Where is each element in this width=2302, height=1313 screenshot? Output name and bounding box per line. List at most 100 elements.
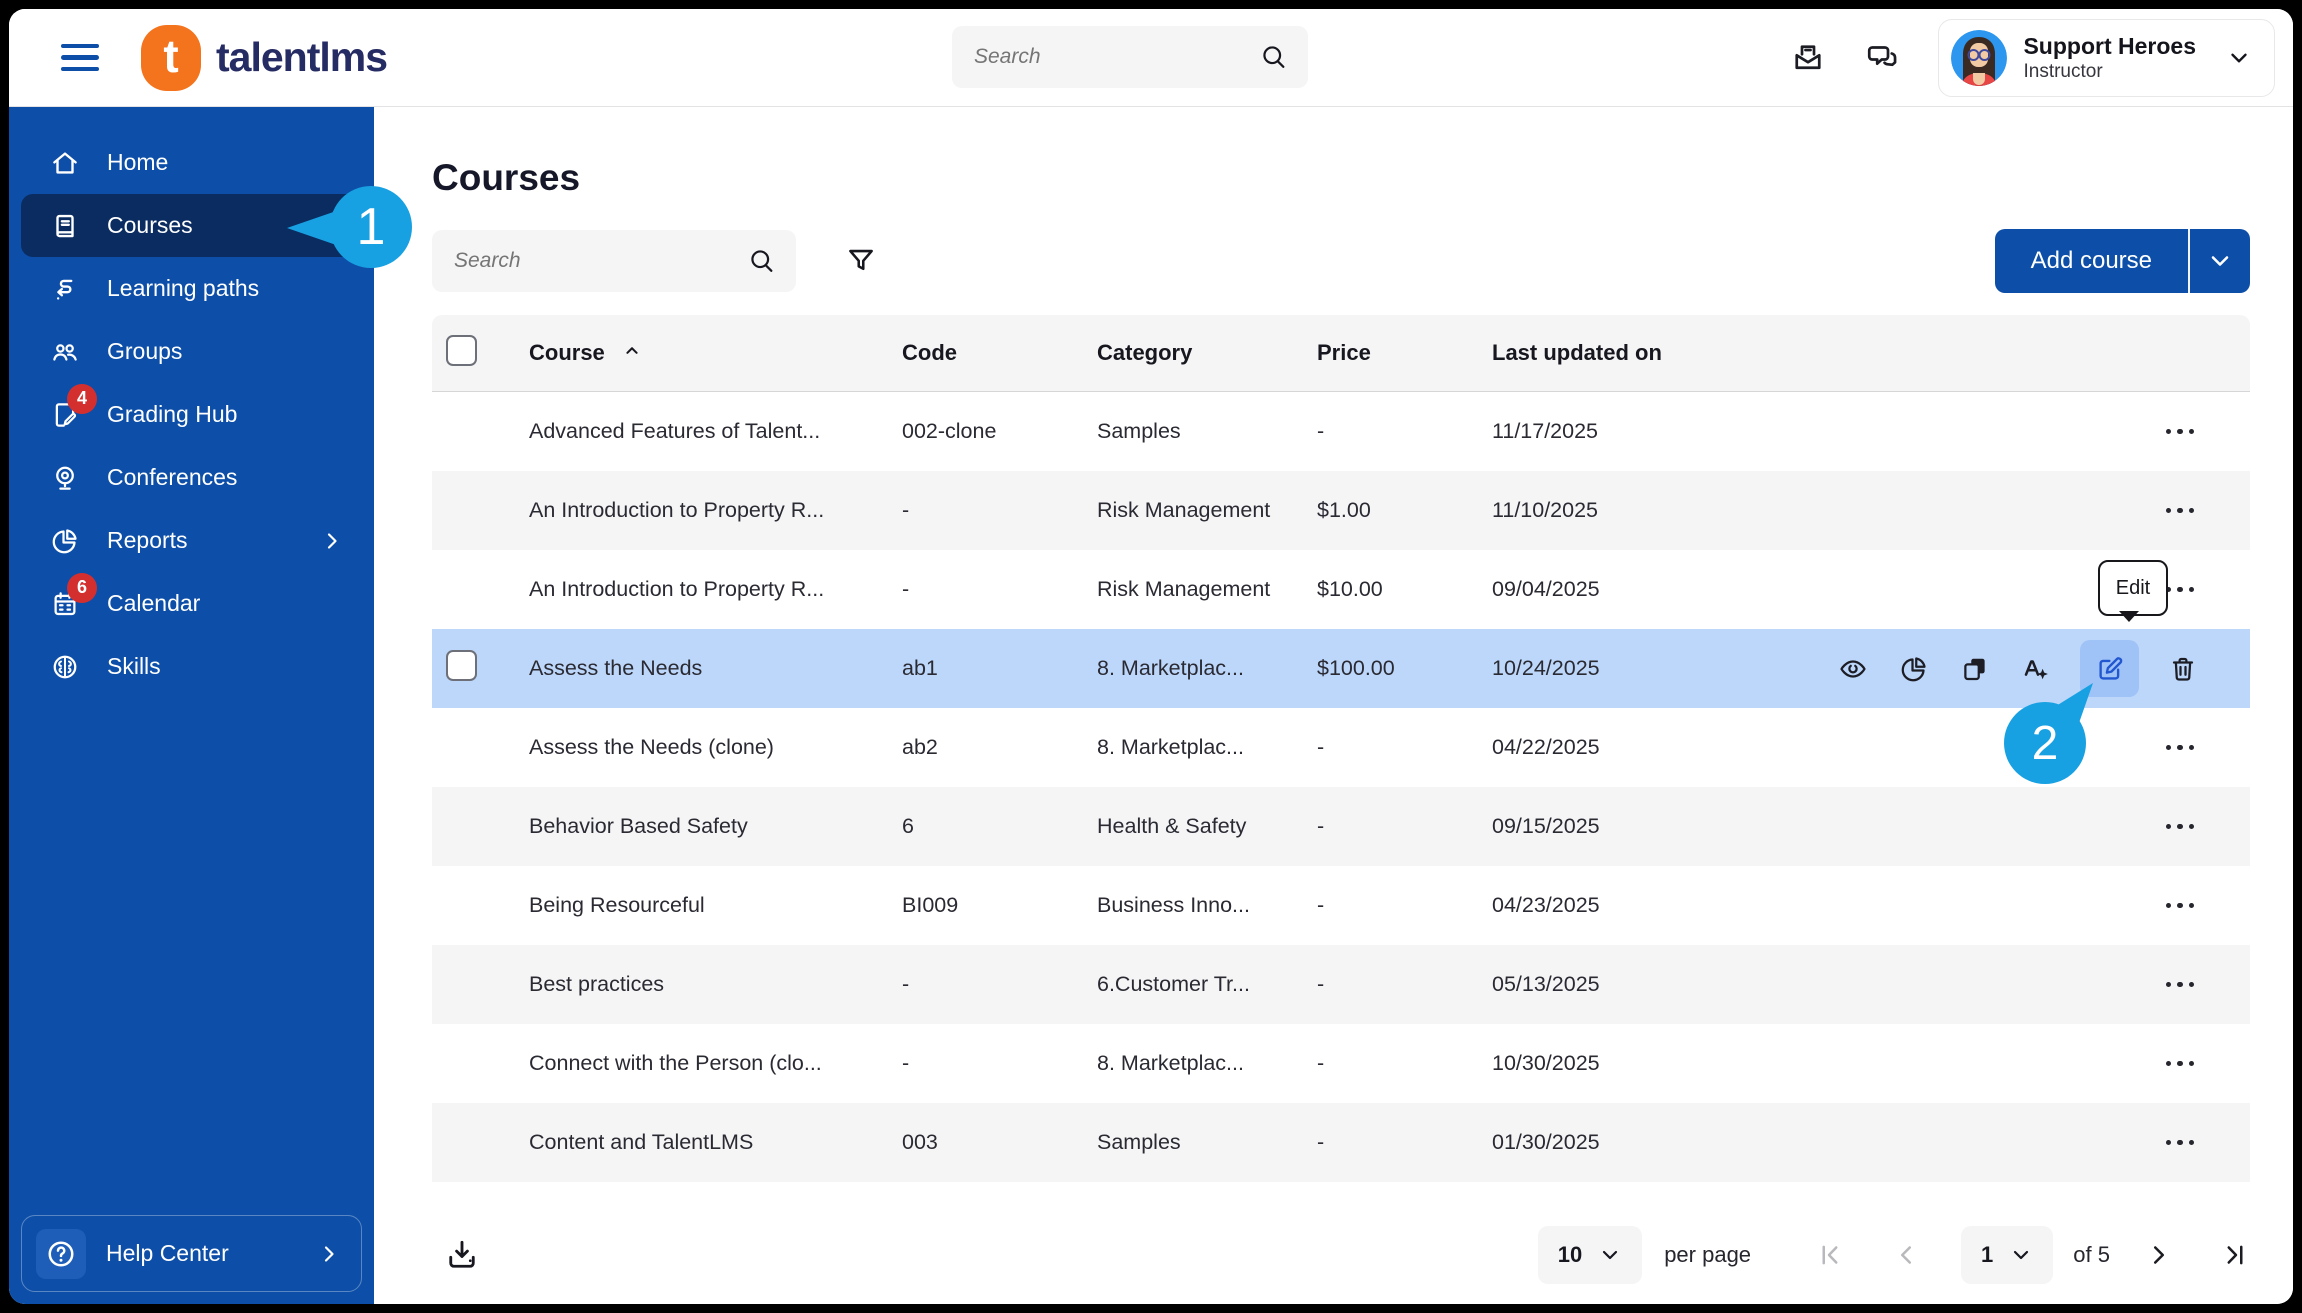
cell-course-name[interactable]: Advanced Features of Talent...: [512, 419, 902, 444]
cell-course-name[interactable]: Assess the Needs (clone): [512, 735, 902, 760]
chevron-down-icon: [2009, 1243, 2033, 1267]
sidebar-item-help-center[interactable]: Help Center: [21, 1215, 362, 1292]
cell-last-updated: 11/17/2025: [1492, 419, 1599, 443]
cell-last-updated: 11/10/2025: [1492, 498, 1599, 522]
cell-course-name[interactable]: An Introduction to Property R...: [512, 498, 902, 523]
last-page-button[interactable]: [2220, 1240, 2250, 1270]
callout-step-2: 2: [2004, 683, 2093, 784]
svg-text:1: 1: [357, 198, 386, 256]
column-header-category[interactable]: Category: [1097, 340, 1317, 366]
column-header-price[interactable]: Price: [1317, 340, 1492, 366]
cell-price: -: [1317, 735, 1325, 759]
table-row[interactable]: Advanced Features of Talent... 002-clone…: [432, 392, 2250, 471]
sidebar-item-reports[interactable]: Reports: [21, 509, 362, 572]
column-header-course[interactable]: Course: [512, 340, 902, 366]
cell-course-name[interactable]: Behavior Based Safety: [512, 814, 902, 839]
cell-course-name[interactable]: An Introduction to Property R...: [512, 577, 902, 602]
table-row[interactable]: Content and TalentLMS 003 Samples - 01/3…: [432, 1103, 2250, 1182]
row-menu-ellipsis[interactable]: [2160, 897, 2201, 915]
sidebar-item-label: Conferences: [107, 464, 238, 490]
column-header-last-updated[interactable]: Last updated on: [1492, 340, 1802, 366]
row-menu-ellipsis[interactable]: [2160, 1055, 2201, 1073]
cell-code: 002-clone: [902, 419, 997, 443]
preview-eye-icon[interactable]: [1836, 652, 1870, 686]
course-search: [432, 230, 796, 292]
user-role: Instructor: [2023, 60, 2103, 82]
cell-course-name[interactable]: Content and TalentLMS: [512, 1130, 902, 1155]
avatar: [1951, 30, 2008, 86]
chevron-down-icon: [1598, 1243, 1622, 1267]
chevron-right-icon: [320, 529, 344, 553]
courses-table: Course Code Category Price Last updated …: [432, 315, 2250, 1182]
table-row[interactable]: Assess the Needs ab1 8. Marketplac... $1…: [432, 629, 2250, 708]
sidebar-item-calendar[interactable]: 6 Calendar: [21, 572, 362, 635]
row-menu-ellipsis[interactable]: [2160, 1134, 2201, 1152]
table-row[interactable]: Connect with the Person (clo... - 8. Mar…: [432, 1024, 2250, 1103]
row-menu-ellipsis[interactable]: [2160, 818, 2201, 836]
search-icon[interactable]: [748, 247, 776, 275]
user-menu[interactable]: Support Heroes Instructor: [1938, 19, 2275, 97]
cell-course-name[interactable]: Connect with the Person (clo...: [512, 1051, 902, 1076]
cell-price: $100.00: [1317, 656, 1395, 680]
chevron-down-icon: [2206, 247, 2234, 275]
table-row[interactable]: Best practices - 6.Customer Tr... - 05/1…: [432, 945, 2250, 1024]
cell-course-name[interactable]: Assess the Needs: [512, 656, 902, 681]
table-row[interactable]: An Introduction to Property R... - Risk …: [432, 471, 2250, 550]
edit-tooltip-arrow: [2119, 611, 2139, 622]
add-course-button[interactable]: Add course: [1994, 229, 2190, 293]
sidebar-item-skills[interactable]: Skills: [21, 635, 362, 698]
select-all-checkbox[interactable]: [446, 334, 477, 366]
cell-last-updated: 10/24/2025: [1492, 656, 1600, 680]
i-path-icon: [50, 274, 80, 304]
first-page-button[interactable]: [1815, 1240, 1845, 1270]
user-name: Support Heroes: [2023, 33, 2196, 60]
per-page-select[interactable]: 10: [1537, 1226, 1643, 1284]
cell-category: 8. Marketplac...: [1097, 735, 1244, 759]
table-row[interactable]: Being Resourceful BI009 Business Inno...…: [432, 866, 2250, 945]
sidebar-item-conferences[interactable]: Conferences: [21, 446, 362, 509]
table-row[interactable]: Behavior Based Safety 6 Health & Safety …: [432, 787, 2250, 866]
cell-category: Samples: [1097, 419, 1181, 443]
cell-course-name[interactable]: Best practices: [512, 972, 902, 997]
reports-pie-icon[interactable]: [1897, 652, 1931, 686]
notification-badge: 6: [67, 572, 97, 603]
table-row[interactable]: An Introduction to Property R... - Risk …: [432, 550, 2250, 629]
inbox-icon[interactable]: [1790, 40, 1826, 76]
sidebar-item-grading-hub[interactable]: 4 Grading Hub: [21, 383, 362, 446]
i-home-icon: [50, 148, 80, 178]
column-header-code[interactable]: Code: [902, 340, 1097, 366]
global-search-input[interactable]: [972, 44, 1260, 70]
cell-course-name[interactable]: Being Resourceful: [512, 893, 902, 918]
row-menu-ellipsis[interactable]: [2160, 423, 2201, 441]
filter-funnel-icon[interactable]: [844, 244, 878, 278]
hamburger-menu-icon[interactable]: [61, 43, 99, 72]
table-row[interactable]: Assess the Needs (clone) ab2 8. Marketpl…: [432, 708, 2250, 787]
talentlms-logo[interactable]: t talentlms: [141, 24, 388, 91]
previous-page-button[interactable]: [1891, 1240, 1921, 1270]
cell-price: -: [1317, 972, 1325, 996]
sidebar-item-groups[interactable]: Groups: [21, 320, 362, 383]
cell-price: -: [1317, 814, 1325, 838]
sidebar-item-label: Groups: [107, 338, 183, 364]
delete-trash-icon[interactable]: [2166, 652, 2200, 686]
course-search-input[interactable]: [452, 248, 748, 274]
add-course-dropdown-button[interactable]: [2190, 229, 2250, 293]
discussions-icon[interactable]: [1864, 40, 1900, 76]
row-menu-ellipsis[interactable]: [2160, 502, 2201, 520]
row-menu-ellipsis[interactable]: [2160, 739, 2201, 757]
page-title: Courses: [432, 157, 581, 198]
cell-code: -: [902, 577, 910, 601]
row-menu-ellipsis[interactable]: [2160, 976, 2201, 994]
search-icon[interactable]: [1260, 43, 1288, 71]
global-search: [952, 26, 1308, 88]
i-groups-icon: [50, 337, 80, 367]
cell-last-updated: 04/22/2025: [1492, 735, 1600, 759]
next-page-button[interactable]: [2144, 1240, 2174, 1270]
sidebar-item-label: Home: [107, 149, 169, 175]
page-select[interactable]: 1: [1961, 1226, 2054, 1284]
cell-last-updated: 01/30/2025: [1492, 1130, 1600, 1154]
export-download-icon[interactable]: [444, 1237, 480, 1273]
row-checkbox[interactable]: [446, 650, 477, 681]
table-header: Course Code Category Price Last updated …: [432, 315, 2250, 392]
table-body: Advanced Features of Talent... 002-clone…: [432, 392, 2250, 1182]
